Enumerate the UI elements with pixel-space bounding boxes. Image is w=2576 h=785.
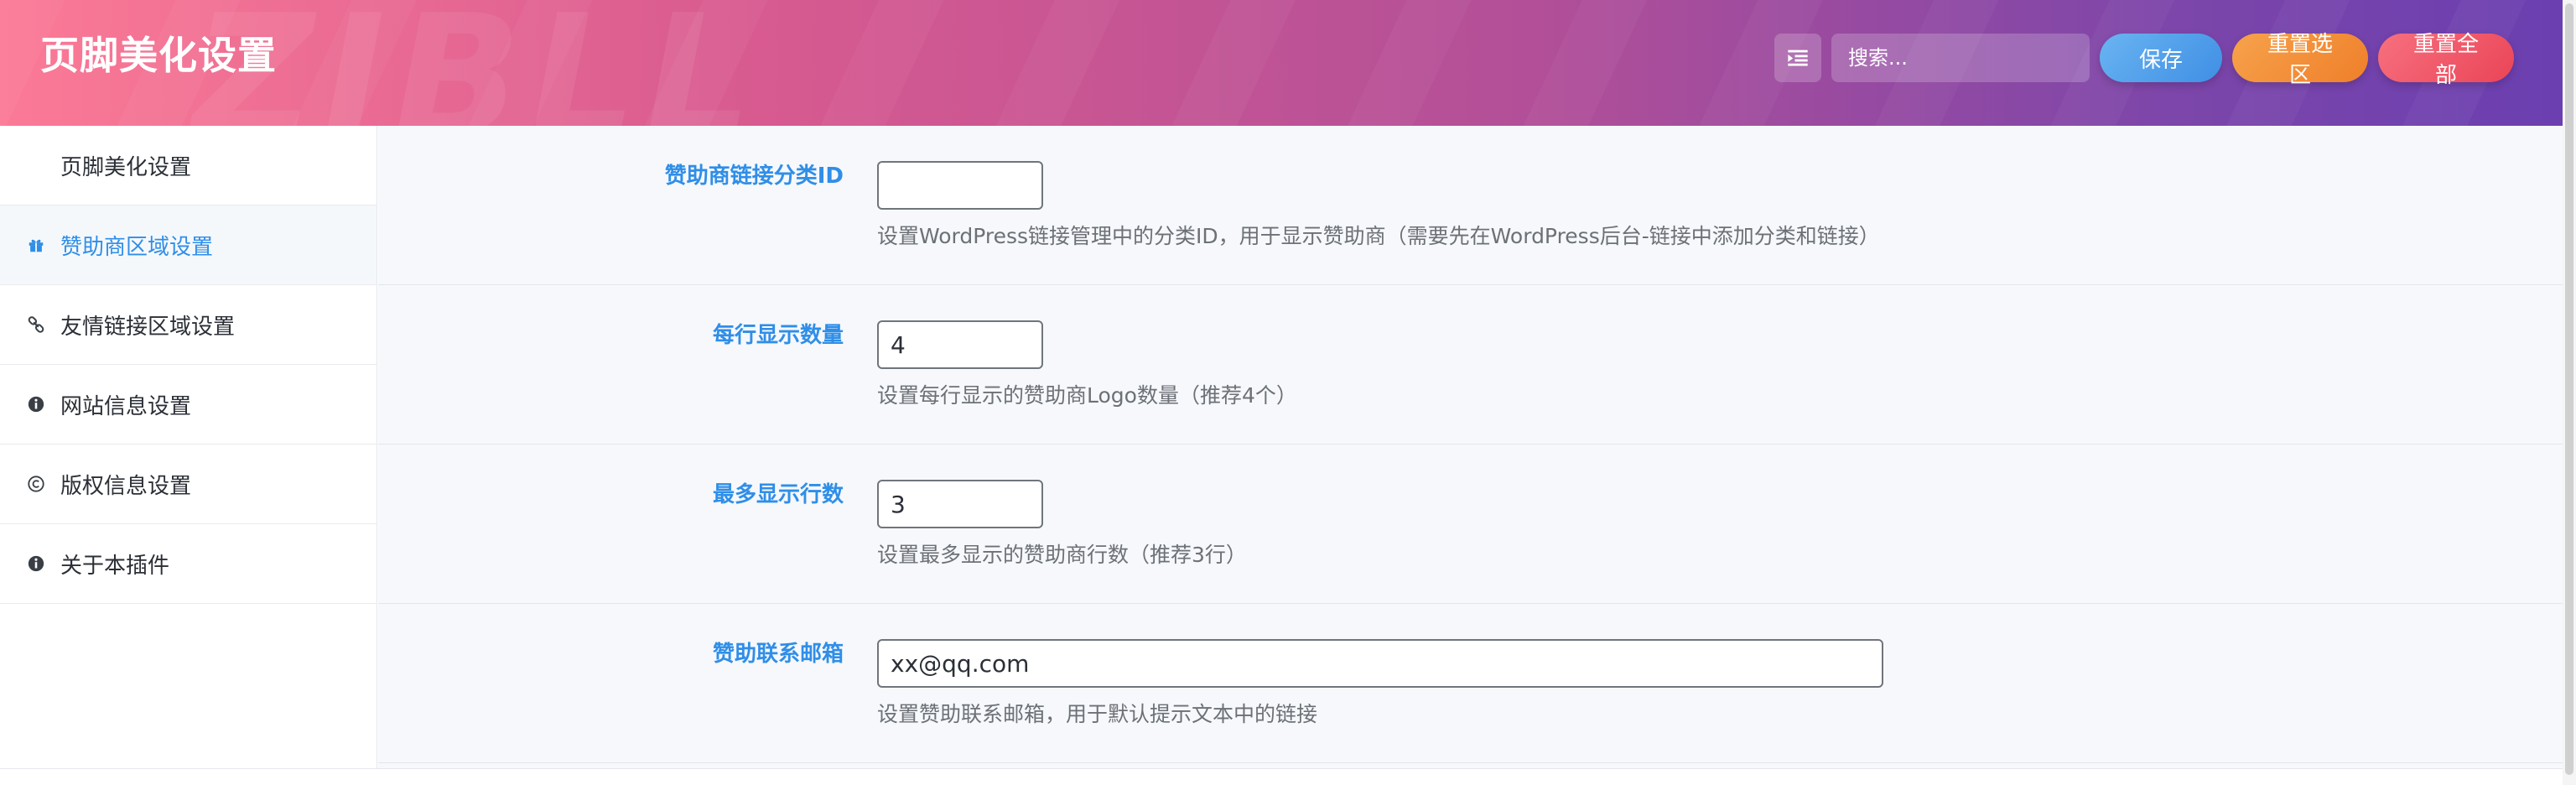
info-icon [25, 553, 47, 574]
field-label: 赞助商链接分类ID [664, 164, 844, 189]
sidebar-item-label: 赞助商区域设置 [60, 234, 214, 260]
field-row-sponsor-email: 赞助联系邮箱 设置赞助联系邮箱，用于默认提示文本中的链接 [378, 604, 2563, 763]
header-watermark: ZIBLL [193, 0, 761, 126]
field-description: 设置每行显示的赞助商Logo数量（推荐4个） [877, 383, 1297, 408]
field-description: 设置WordPress链接管理中的分类ID，用于显示赞助商（需要先在WordPr… [877, 224, 1880, 248]
settings-panel: 赞助商链接分类ID 设置WordPress链接管理中的分类ID，用于显示赞助商（… [378, 126, 2563, 768]
field-label: 赞助联系邮箱 [712, 642, 844, 667]
sidebar-item-label: 版权信息设置 [60, 473, 192, 499]
menu-expand-icon [1788, 49, 1808, 66]
sidebar-item-site-info[interactable]: 网站信息设置 [0, 365, 377, 444]
link-icon [25, 314, 47, 335]
header-toolbar: 保存 重置选区 重置全部 [1774, 32, 2514, 88]
sponsor-category-id-input[interactable] [877, 161, 1043, 210]
per-row-count-input[interactable] [877, 320, 1043, 369]
sponsor-email-input[interactable] [877, 639, 1883, 688]
max-rows-input[interactable] [877, 480, 1043, 528]
sidebar-item-label: 友情链接区域设置 [60, 314, 236, 340]
info-icon [25, 393, 47, 415]
settings-page: ZIBLL 页脚美化设置 保存 重置选区 重置全部 页脚美化设置 [0, 0, 2576, 785]
vertical-scrollbar[interactable] [2563, 0, 2576, 785]
sidebar-nav: 页脚美化设置 赞助商区域设置 友情链接区域设置 网站信息设置 版权信息设置 关于… [0, 126, 377, 768]
sidebar-item-copyright[interactable]: 版权信息设置 [0, 444, 377, 524]
field-description: 设置最多显示的赞助商行数（推荐3行） [877, 543, 1247, 567]
field-row-per-row-count: 每行显示数量 设置每行显示的赞助商Logo数量（推荐4个） [378, 285, 2563, 444]
search-input[interactable] [1831, 34, 2090, 82]
reset-section-button[interactable]: 重置选区 [2232, 32, 2368, 88]
menu-expand-button[interactable] [1774, 34, 1821, 82]
sidebar-item-label: 关于本插件 [60, 553, 170, 579]
sidebar-item-sponsor-area[interactable]: 赞助商区域设置 [0, 205, 377, 285]
field-label: 最多显示行数 [712, 482, 844, 507]
copyright-icon [25, 473, 47, 495]
sidebar-item-label: 网站信息设置 [60, 393, 192, 419]
field-description: 设置赞助联系邮箱，用于默认提示文本中的链接 [877, 702, 1318, 726]
field-row-sponsor-category-id: 赞助商链接分类ID 设置WordPress链接管理中的分类ID，用于显示赞助商（… [378, 126, 2563, 285]
sidebar-item-about-plugin[interactable]: 关于本插件 [0, 524, 377, 604]
bottom-strip [0, 768, 2563, 785]
field-label: 每行显示数量 [712, 323, 844, 348]
sidebar-item-friend-links[interactable]: 友情链接区域设置 [0, 285, 377, 365]
scrollbar-thumb[interactable] [2565, 3, 2573, 775]
header-bar: ZIBLL 页脚美化设置 保存 重置选区 重置全部 [0, 0, 2563, 126]
sidebar-item-footer-settings[interactable]: 页脚美化设置 [0, 126, 377, 205]
page-title: 页脚美化设置 [40, 33, 277, 78]
sidebar-item-label: 页脚美化设置 [60, 154, 192, 180]
field-row-max-rows: 最多显示行数 设置最多显示的赞助商行数（推荐3行） [378, 444, 2563, 604]
save-button[interactable]: 保存 [2100, 34, 2222, 82]
gift-icon [25, 234, 47, 256]
reset-all-button[interactable]: 重置全部 [2378, 32, 2514, 88]
